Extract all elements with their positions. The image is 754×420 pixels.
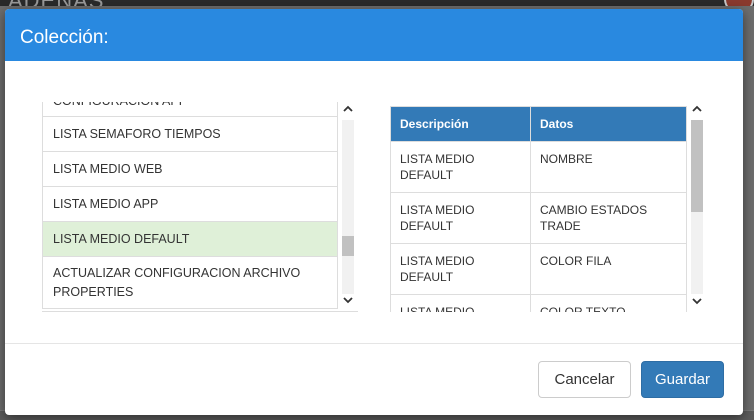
chevron-up-icon[interactable] bbox=[687, 104, 707, 118]
table-cell-datos: NOMBRE bbox=[530, 141, 687, 193]
table-header-row: Descripción Datos bbox=[390, 106, 687, 142]
list-item-label: LISTA MEDIO WEB bbox=[53, 161, 163, 176]
table-scrollbar-track[interactable] bbox=[691, 120, 703, 294]
table-row[interactable]: LISTA MEDIO DEFAULT NOMBRE bbox=[390, 141, 687, 193]
list-item-label: LISTA MEDIO DEFAULT bbox=[53, 231, 190, 246]
table-cell-datos: COLOR TEXTO bbox=[530, 294, 687, 312]
chevron-up-icon[interactable] bbox=[338, 104, 358, 118]
collection-data-panel[interactable]: Descripción Datos LISTA MEDIO DEFAULT NO… bbox=[390, 102, 707, 312]
modal-footer: Cancelar Guardar bbox=[5, 343, 743, 415]
list-item-selected[interactable]: LISTA MEDIO DEFAULT bbox=[42, 222, 338, 257]
table-row[interactable]: LISTA MEDIO DEFAULT COLOR FILA bbox=[390, 243, 687, 295]
list-item-label: ACTUALIZAR CONFIGURACION ARCHIVO PROPERT… bbox=[53, 265, 301, 299]
table-scrollbar[interactable] bbox=[687, 102, 707, 312]
list-item[interactable]: ACTUALIZAR CONFIGURACION ARCHIVO PROPERT… bbox=[42, 257, 338, 309]
table-cell-descripcion: LISTA MEDIO DEFAULT bbox=[390, 141, 531, 193]
coleccion-modal: Colección: CONFIGURACION APP LISTA SEMAF… bbox=[5, 9, 743, 415]
table-cell-datos: CAMBIO ESTADOS TRADE bbox=[530, 192, 687, 244]
chevron-down-icon[interactable] bbox=[338, 295, 358, 309]
list-item-label: CONFIGURACION APP bbox=[53, 102, 187, 111]
cancel-button[interactable]: Cancelar bbox=[538, 361, 631, 398]
table-cell-datos: COLOR FILA bbox=[530, 243, 687, 295]
list-scrollbar[interactable] bbox=[338, 102, 358, 311]
list-item[interactable]: CONFIGURACION APP bbox=[42, 102, 338, 117]
collection-data-table: Descripción Datos LISTA MEDIO DEFAULT NO… bbox=[390, 106, 687, 312]
collection-list: CONFIGURACION APP LISTA SEMAFORO TIEMPOS… bbox=[42, 102, 338, 309]
table-cell-descripcion: LISTA MEDIO DEFAULT bbox=[390, 192, 531, 244]
save-button[interactable]: Guardar bbox=[641, 361, 724, 398]
list-scrollbar-thumb[interactable] bbox=[342, 236, 354, 256]
column-header-datos: Datos bbox=[530, 106, 687, 142]
list-item[interactable]: LISTA SEMAFORO TIEMPOS bbox=[42, 117, 338, 152]
list-item-label: LISTA MEDIO APP bbox=[53, 196, 159, 211]
modal-title: Colección: bbox=[20, 27, 109, 48]
collection-list-panel[interactable]: CONFIGURACION APP LISTA SEMAFORO TIEMPOS… bbox=[42, 102, 358, 312]
table-scrollbar-thumb[interactable] bbox=[691, 120, 703, 212]
list-item[interactable]: LISTA MEDIO WEB bbox=[42, 152, 338, 187]
modal-header: Colección: bbox=[5, 9, 743, 61]
table-row[interactable]: LISTA MEDIO COLOR TEXTO bbox=[390, 294, 687, 312]
table-row[interactable]: LISTA MEDIO DEFAULT CAMBIO ESTADOS TRADE bbox=[390, 192, 687, 244]
list-scrollbar-track[interactable] bbox=[342, 120, 354, 294]
list-item[interactable]: LISTA MEDIO APP bbox=[42, 187, 338, 222]
table-cell-descripcion: LISTA MEDIO DEFAULT bbox=[390, 243, 531, 295]
table-cell-descripcion: LISTA MEDIO bbox=[390, 294, 531, 312]
list-item-label: LISTA SEMAFORO TIEMPOS bbox=[53, 126, 221, 141]
column-header-descripcion: Descripción bbox=[390, 106, 531, 142]
chevron-down-icon[interactable] bbox=[687, 296, 707, 310]
